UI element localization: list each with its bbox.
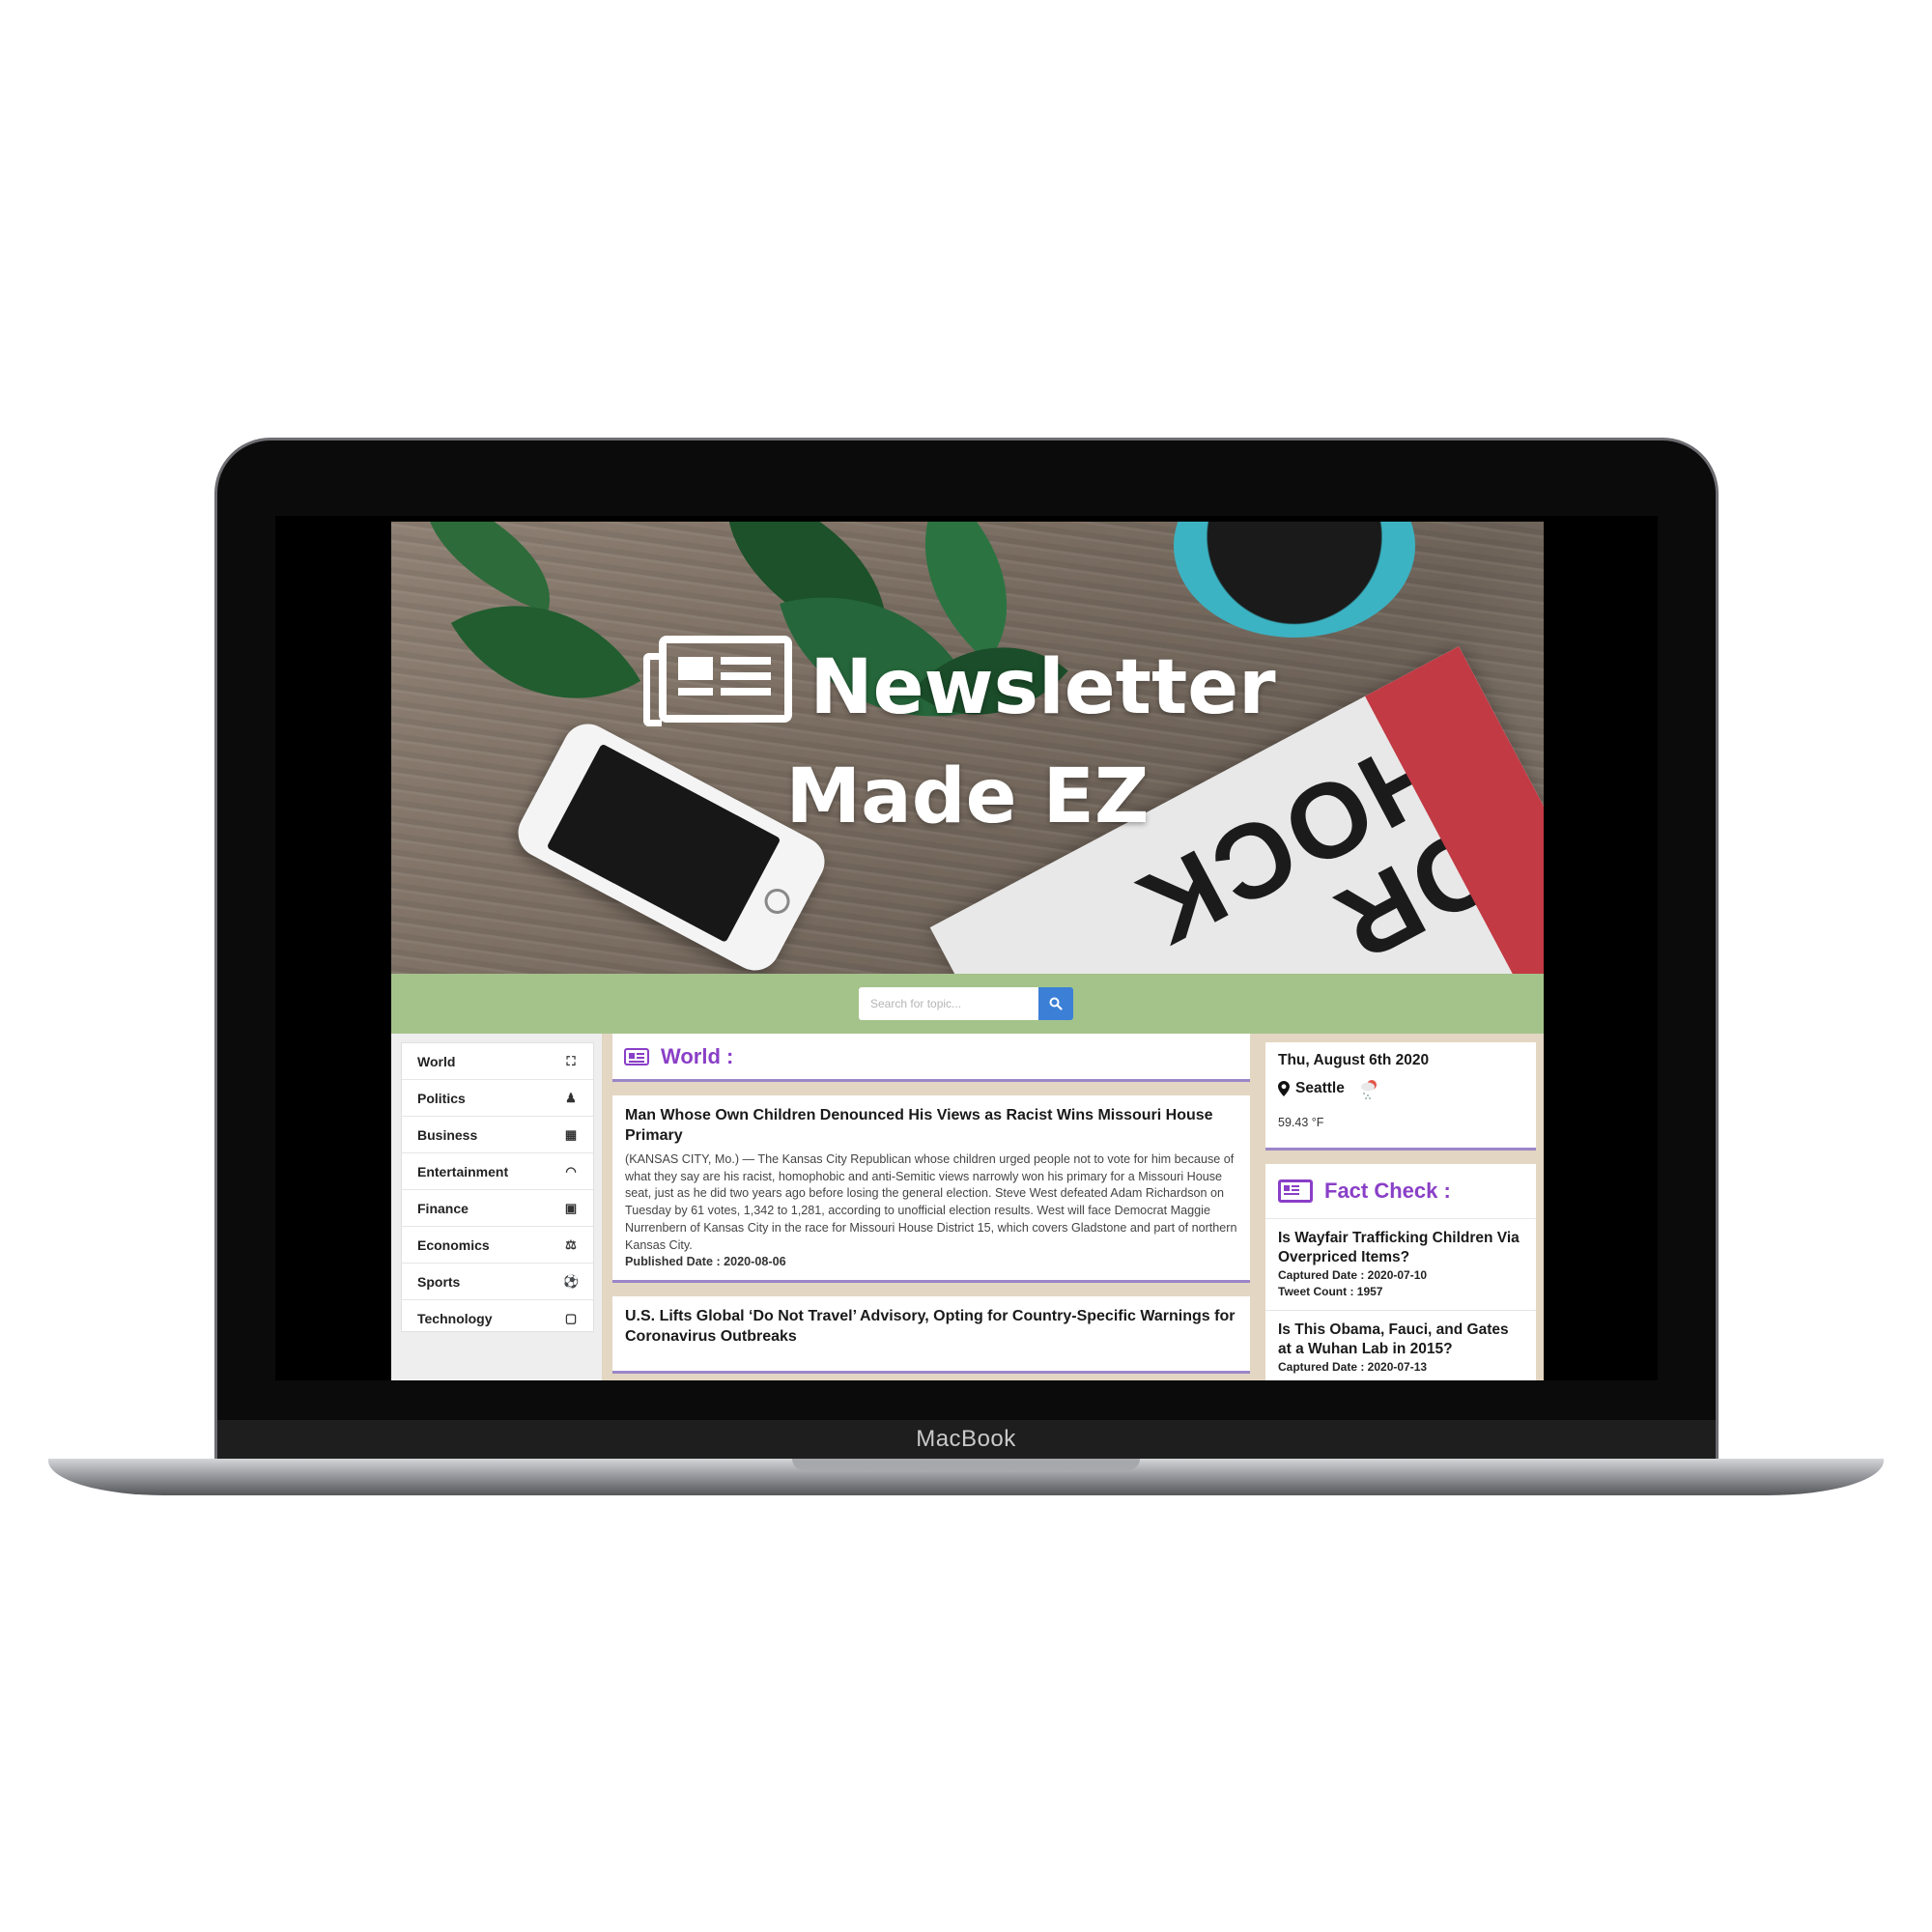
fact-check-title: Fact Check : xyxy=(1324,1179,1451,1203)
sidebar-item-world[interactable]: World ⛶ xyxy=(402,1043,593,1080)
football-icon: ⚽ xyxy=(563,1273,580,1289)
fact-check-captured-date: Captured Date : 2020-07-10 xyxy=(1278,1268,1428,1282)
sidebar-item-finance[interactable]: Finance ▣ xyxy=(402,1190,593,1227)
newspaper-icon xyxy=(1278,1179,1313,1203)
sidebar-item-label: Politics xyxy=(417,1090,466,1106)
weather-location: Seattle xyxy=(1278,1077,1523,1100)
fact-check-panel: Fact Check : Is Wayfair Trafficking Chil… xyxy=(1265,1164,1536,1380)
sidebar-item-sports[interactable]: Sports ⚽ xyxy=(402,1264,593,1300)
article-title[interactable]: U.S. Lifts Global ‘Do Not Travel’ Adviso… xyxy=(625,1306,1237,1347)
weather-temperature: 59.43 °F xyxy=(1278,1116,1324,1129)
right-column: Thu, August 6th 2020 Seattle 59.43 °F Fa… xyxy=(1265,1042,1536,1380)
sidebar-item-label: World xyxy=(417,1053,456,1069)
device-brand-label: MacBook xyxy=(916,1426,1016,1452)
fact-check-captured-date: Captured Date : 2020-07-13 xyxy=(1278,1360,1428,1374)
sidebar-item-label: Economics xyxy=(417,1236,490,1253)
hero-title-text: Newsletter xyxy=(810,644,1276,731)
headphones-icon: ◠ xyxy=(565,1163,577,1179)
article-card[interactable]: Man Whose Own Children Denounced His Vie… xyxy=(612,1095,1250,1284)
map-marker-icon xyxy=(1278,1081,1290,1096)
fact-check-header: Fact Check : xyxy=(1265,1164,1536,1219)
newspaper-icon xyxy=(624,1047,649,1065)
balance-scale-icon: ⚖ xyxy=(565,1236,577,1252)
tablet-icon: ▢ xyxy=(564,1310,578,1325)
sidebar-item-business[interactable]: Business ▦ xyxy=(402,1117,593,1153)
binoculars-icon: ⛶ xyxy=(566,1053,576,1068)
sidebar-item-technology[interactable]: Technology ▢ xyxy=(402,1300,593,1336)
fact-check-item-title[interactable]: Is This Obama, Fauci, and Gates at a Wuh… xyxy=(1278,1321,1523,1359)
weather-city: Seattle xyxy=(1295,1080,1345,1096)
weather-widget: Thu, August 6th 2020 Seattle 59.43 °F xyxy=(1265,1042,1536,1151)
section-title: World : xyxy=(661,1043,734,1068)
section-header: World : xyxy=(612,1034,1250,1082)
sidebar-item-economics[interactable]: Economics ⚖ xyxy=(402,1227,593,1264)
money-bill-icon: ▣ xyxy=(564,1200,578,1215)
hero-title-line2: Made EZ xyxy=(785,753,1150,840)
article-published-date: Published Date : 2020-08-06 xyxy=(625,1255,786,1269)
article-title[interactable]: Man Whose Own Children Denounced His Vie… xyxy=(625,1105,1237,1146)
sidebar-item-label: Sports xyxy=(417,1273,461,1290)
hero-title-line1: Newsletter xyxy=(391,636,1544,731)
news-feed: World : Man Whose Own Children Denounced… xyxy=(612,1034,1250,1375)
sidebar-item-label: Technology xyxy=(417,1310,493,1326)
newspaper-logo-icon xyxy=(643,636,793,726)
search-icon xyxy=(1049,997,1063,1010)
article-card[interactable]: U.S. Lifts Global ‘Do Not Travel’ Adviso… xyxy=(612,1296,1250,1375)
article-summary: (KANSAS CITY, Mo.) — The Kansas City Rep… xyxy=(625,1152,1237,1252)
hero-banner: FOR SHOCK Newsletter Made EZ xyxy=(391,522,1544,974)
sidebar-item-label: Entertainment xyxy=(417,1163,509,1179)
sidebar-item-label: Business xyxy=(417,1126,478,1143)
rain-cloud-icon xyxy=(1360,1080,1377,1099)
building-icon: ▦ xyxy=(564,1126,578,1142)
fact-check-item[interactable]: Is Wayfair Trafficking Children Via Over… xyxy=(1265,1219,1536,1311)
browser-viewport: FOR SHOCK Newsletter Made EZ W xyxy=(391,522,1544,1380)
category-sidebar: World ⛶ Politics ♟ Business ▦ Entertainm… xyxy=(401,1042,594,1332)
chess-icon: ♟ xyxy=(565,1090,577,1105)
fact-check-tweet-count: Tweet Count : 1957 xyxy=(1278,1285,1383,1298)
content-area: World ⛶ Politics ♟ Business ▦ Entertainm… xyxy=(391,1034,1544,1380)
sidebar-item-politics[interactable]: Politics ♟ xyxy=(402,1080,593,1117)
search-input[interactable] xyxy=(859,987,1038,1020)
search-button[interactable] xyxy=(1038,987,1073,1020)
sidebar-item-entertainment[interactable]: Entertainment ◠ xyxy=(402,1153,593,1190)
fact-check-item-title[interactable]: Is Wayfair Trafficking Children Via Over… xyxy=(1278,1229,1523,1267)
search-bar xyxy=(391,974,1544,1034)
sidebar-item-label: Finance xyxy=(417,1200,469,1216)
weather-date: Thu, August 6th 2020 xyxy=(1278,1052,1430,1068)
laptop-hinge-notch xyxy=(792,1459,1140,1470)
fact-check-item[interactable]: Is This Obama, Fauci, and Gates at a Wuh… xyxy=(1265,1311,1536,1380)
